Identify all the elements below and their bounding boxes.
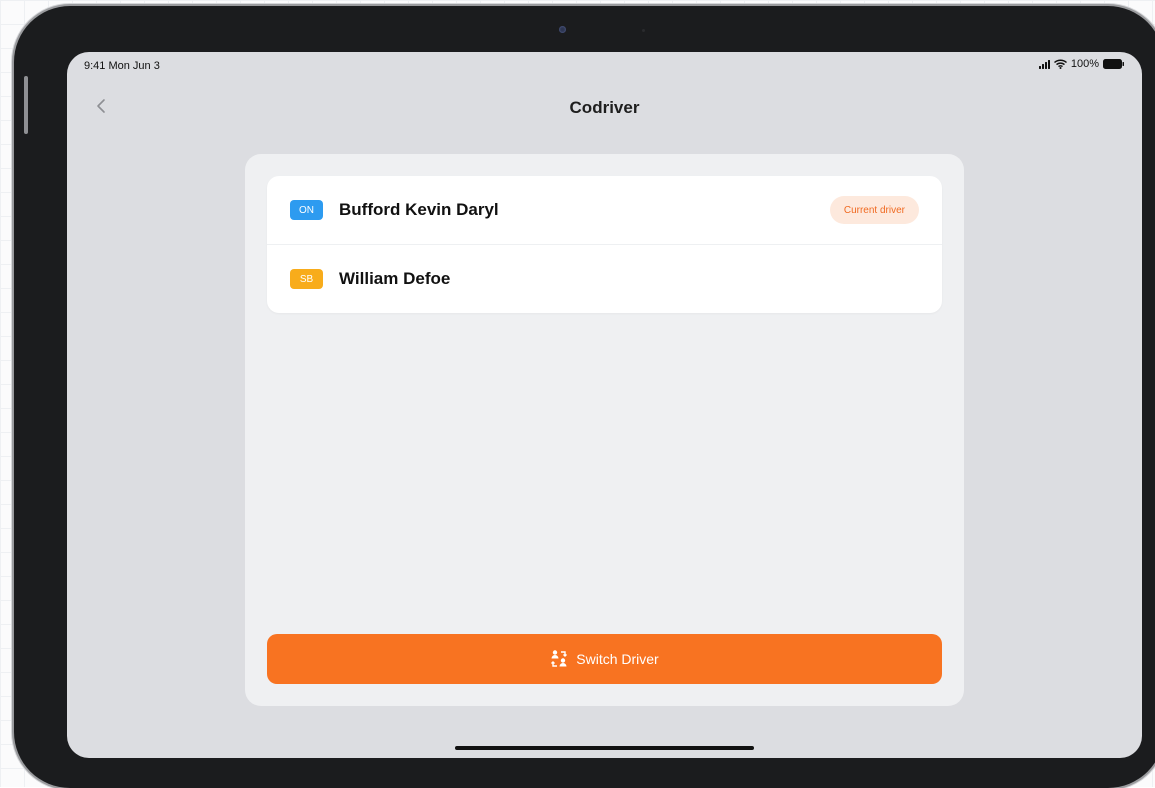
app-screen: 9:41 Mon Jun 3 100% Codriver ON Bufford … [67, 52, 1142, 758]
driver-list: ON Bufford Kevin Daryl Current driver SB… [267, 176, 942, 313]
volume-button [24, 76, 28, 134]
home-indicator[interactable] [455, 746, 754, 750]
duty-status-badge: SB [290, 269, 323, 289]
driver-name: Bufford Kevin Daryl [339, 200, 499, 219]
duty-status-badge: ON [290, 200, 323, 220]
tablet-frame: 9:41 Mon Jun 3 100% Codriver ON Bufford … [14, 6, 1155, 788]
cellular-signal-icon [1038, 59, 1050, 69]
battery-icon [1103, 59, 1125, 69]
wifi-icon [1053, 59, 1067, 69]
switch-driver-button[interactable]: Switch Driver [267, 634, 942, 684]
current-driver-badge: Current driver [829, 196, 919, 224]
driver-row-william[interactable]: SB William Defoe [267, 245, 942, 313]
status-time: 9:41 Mon Jun 3 [84, 60, 160, 72]
driver-row-bufford[interactable]: ON Bufford Kevin Daryl Current driver [267, 176, 942, 245]
light-sensor [642, 29, 645, 32]
page-title: Codriver [569, 98, 640, 117]
driver-name: William Defoe [339, 269, 451, 288]
codriver-panel: ON Bufford Kevin Daryl Current driver SB… [245, 154, 964, 706]
status-indicators: 100% [1038, 58, 1125, 70]
swap-arrows-icon [550, 649, 568, 669]
switch-driver-label: Switch Driver [576, 651, 659, 667]
front-camera [559, 26, 566, 33]
battery-percent: 100% [1070, 58, 1099, 70]
